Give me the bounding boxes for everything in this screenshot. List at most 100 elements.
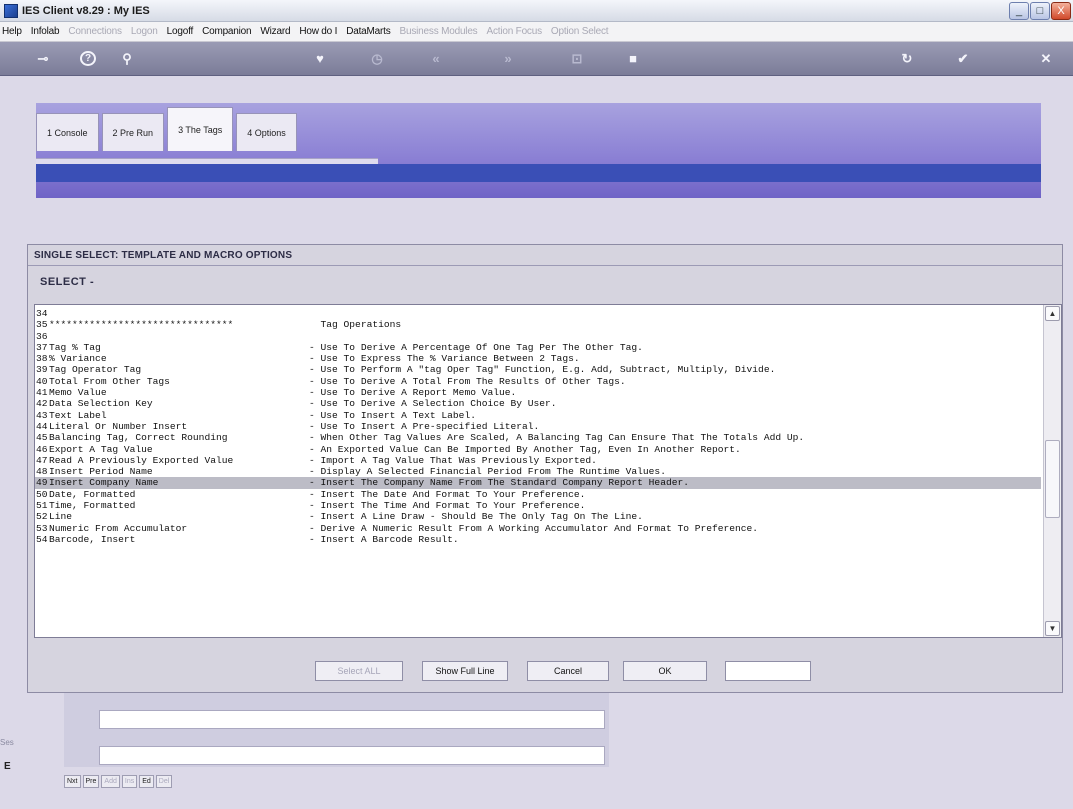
list-item-number: 38 — [36, 353, 48, 365]
list-item[interactable]: 47Read A Previously Exported Value - Impo… — [35, 455, 1041, 466]
menu-option-select[interactable]: Option Select — [551, 26, 609, 37]
menu-help[interactable]: Help — [2, 26, 22, 37]
list-item[interactable]: 35******************************** Tag O… — [35, 319, 1041, 330]
selection-value-field[interactable] — [725, 661, 811, 681]
key-icon[interactable]: ⊸ — [30, 51, 56, 67]
tab-the-tags-label: 3 The Tags — [178, 124, 223, 135]
list-item[interactable]: 34 — [35, 308, 1041, 319]
stop-icon[interactable]: ■ — [623, 51, 643, 67]
list-item[interactable]: 48Insert Period Name - Display A Selected… — [35, 466, 1041, 477]
menu-wizard[interactable]: Wizard — [260, 26, 290, 37]
list-item[interactable]: 43Text Label - Use To Insert A Text Label… — [35, 410, 1041, 421]
close-window-button[interactable]: X — [1051, 2, 1071, 20]
tab-console[interactable]: 1 Console — [36, 113, 99, 151]
options-list: 34 35******************************** Tag… — [35, 308, 1041, 545]
clock-icon[interactable]: ◷ — [367, 51, 387, 67]
list-item-description: - Use To Derive A Percentage Of One Tag … — [309, 341, 643, 353]
list-item-number: 40 — [36, 375, 48, 387]
list-item-description: - Use To Derive A Total From The Results… — [309, 375, 626, 387]
check-icon[interactable]: ✔ — [953, 51, 973, 67]
list-item[interactable]: 36 — [35, 331, 1041, 342]
menu-business-modules[interactable]: Business Modules — [400, 26, 478, 37]
dialog-title: SINGLE SELECT: TEMPLATE AND MACRO OPTION… — [34, 250, 293, 261]
list-item-description: - Insert The Time And Format To Your Pre… — [309, 500, 586, 512]
options-listbox[interactable]: 34 35******************************** Tag… — [34, 304, 1062, 638]
list-item-number: 42 — [36, 398, 48, 410]
tab-the-tags[interactable]: 3 The Tags — [167, 107, 234, 151]
list-item-number: 43 — [36, 409, 48, 421]
cancel-button[interactable]: Cancel — [527, 661, 609, 681]
scroll-down-icon[interactable]: ▼ — [1045, 621, 1060, 636]
menu-datamarts[interactable]: DataMarts — [346, 26, 391, 37]
record-nav: Nxt Pre Add Ins Ed Del — [64, 775, 173, 788]
close-icon[interactable]: ✕ — [1036, 51, 1056, 67]
list-item[interactable]: 46Export A Tag Value - An Exported Value … — [35, 444, 1041, 455]
list-item-name: Barcode, Insert — [49, 533, 136, 545]
forward-icon[interactable]: » — [496, 51, 520, 67]
delete-button[interactable]: Del — [155, 775, 173, 788]
bottom-field-2[interactable] — [99, 746, 605, 765]
menu-logoff[interactable]: Logoff — [167, 26, 194, 37]
menu-infolab[interactable]: Infolab — [31, 26, 60, 37]
list-item[interactable]: 45Balancing Tag, Correct Rounding - When … — [35, 432, 1041, 443]
refresh-icon[interactable]: ↻ — [897, 51, 917, 67]
menu-bar: Help Infolab Connections Logon Logoff Co… — [0, 22, 1073, 42]
scroll-thumb[interactable] — [1045, 440, 1060, 518]
menu-connections[interactable]: Connections — [68, 26, 122, 37]
list-item-number: 53 — [36, 522, 48, 534]
fit-icon[interactable]: ⊡ — [567, 51, 587, 67]
add-button[interactable]: Add — [101, 775, 120, 788]
list-item-name: Export A Tag Value — [49, 443, 153, 455]
show-full-line-button[interactable]: Show Full Line — [422, 661, 508, 681]
list-item-name: Numeric From Accumulator — [49, 522, 188, 534]
bottom-field-1[interactable] — [99, 710, 605, 729]
list-item[interactable]: 38% Variance - Use To Express The % Varia… — [35, 353, 1041, 364]
previous-button[interactable]: Pre — [82, 775, 100, 788]
list-item-number: 34 — [36, 308, 48, 319]
maximize-button[interactable]: □ — [1030, 2, 1050, 20]
list-item[interactable]: 44Literal Or Number Insert - Use To Inser… — [35, 421, 1041, 432]
list-item-number: 54 — [36, 533, 48, 545]
list-item[interactable]: 51Time, Formatted - Insert The Time And F… — [35, 500, 1041, 511]
edit-button[interactable]: Ed — [139, 775, 154, 788]
list-item-name: Line — [49, 511, 73, 523]
tab-console-label: 1 Console — [47, 127, 88, 138]
list-item[interactable]: 42Data Selection Key - Use To Derive A Se… — [35, 398, 1041, 409]
select-all-button[interactable]: Select ALL — [315, 661, 403, 681]
menu-logon[interactable]: Logon — [131, 26, 158, 37]
list-item[interactable]: 49Insert Company Name - Insert The Compan… — [35, 477, 1041, 489]
insert-button[interactable]: Ins — [121, 775, 138, 788]
tab-options[interactable]: 4 Options — [236, 113, 297, 151]
list-item[interactable]: 41Memo Value - Use To Derive A Report Mem… — [35, 387, 1041, 398]
list-item[interactable]: 40Total From Other Tags - Use To Derive A… — [35, 376, 1041, 387]
list-item-number: 51 — [36, 500, 48, 512]
list-item-name: Time, Formatted — [49, 500, 136, 512]
list-item-name: % Variance — [49, 353, 107, 365]
tab-pre-run[interactable]: 2 Pre Run — [101, 113, 165, 151]
list-item-number: 37 — [36, 341, 48, 353]
list-item-name: Date, Formatted — [49, 488, 136, 500]
list-item-name: Balancing Tag, Correct Rounding — [49, 432, 228, 444]
menu-how-do-i[interactable]: How do I — [299, 26, 337, 37]
list-item-description: - Import A Tag Value That Was Previously… — [309, 454, 597, 466]
back-icon[interactable]: « — [424, 51, 448, 67]
next-button[interactable]: Nxt — [64, 775, 81, 788]
menu-action-focus[interactable]: Action Focus — [486, 26, 542, 37]
list-item[interactable]: 39Tag Operator Tag - Use To Perform A "ta… — [35, 364, 1041, 375]
list-item-number: 36 — [36, 330, 48, 342]
minimize-button[interactable]: _ — [1009, 2, 1029, 20]
list-item[interactable]: 50Date, Formatted - Insert The Date And F… — [35, 489, 1041, 500]
list-item-description: - Use To Derive A Report Memo Value. — [309, 387, 517, 399]
heart-icon[interactable]: ♥ — [310, 51, 330, 67]
menu-companion[interactable]: Companion — [202, 26, 252, 37]
search-icon[interactable]: ⚲ — [117, 51, 137, 67]
list-item[interactable]: 37Tag % Tag - Use To Derive A Percentage … — [35, 342, 1041, 353]
list-item[interactable]: 54Barcode, Insert - Insert A Barcode Resu… — [35, 534, 1041, 545]
vertical-scrollbar[interactable]: ▲ ▼ — [1043, 305, 1061, 637]
list-item-description: - When Other Tag Values Are Scaled, A Ba… — [309, 432, 805, 444]
list-item[interactable]: 52Line - Insert A Line Draw - Should Be T… — [35, 511, 1041, 522]
list-item[interactable]: 53Numeric From Accumulator - Derive A Num… — [35, 523, 1041, 534]
ok-button[interactable]: OK — [623, 661, 707, 681]
scroll-up-icon[interactable]: ▲ — [1045, 306, 1060, 321]
help-icon[interactable]: ? — [80, 51, 96, 66]
